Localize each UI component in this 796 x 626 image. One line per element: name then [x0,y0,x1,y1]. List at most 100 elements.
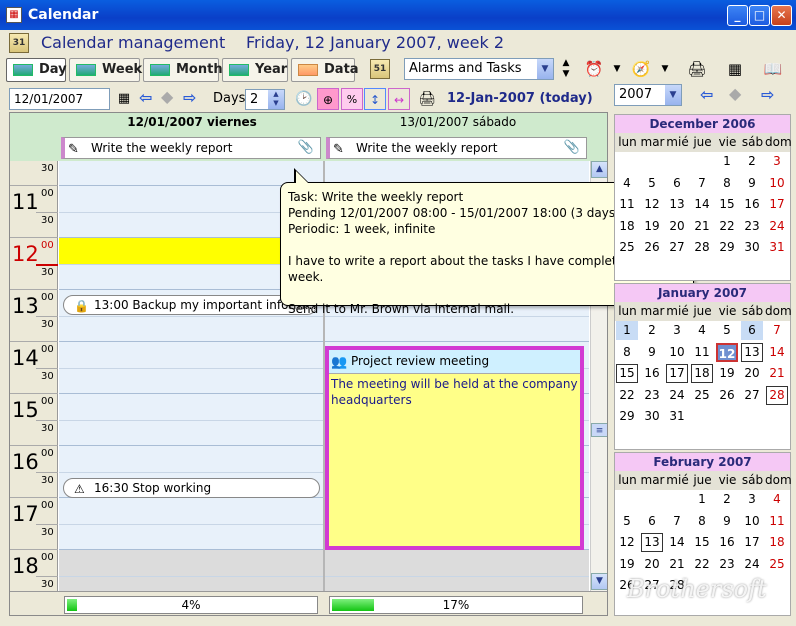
day-cell[interactable]: 25 [616,238,638,257]
day-cell[interactable]: 16 [716,533,738,552]
day-cell[interactable]: 23 [641,386,663,405]
day-cell[interactable]: 23 [716,555,738,574]
alarm-dropdown-icon[interactable]: ▼ [606,58,628,80]
month-title[interactable]: January 2007 [615,284,790,302]
day-cell[interactable]: 15 [716,195,738,214]
day-cell[interactable]: 21 [691,217,713,236]
day-cell[interactable]: 19 [641,217,663,236]
day-cell[interactable]: 11 [616,195,638,214]
expand-vertical-icon[interactable]: ↕ [364,88,386,110]
scroll-up-icon[interactable]: ▲ [591,161,607,178]
month-title[interactable]: December 2006 [615,115,790,133]
calculator-icon[interactable]: ▦ [724,58,746,80]
day-title-2[interactable]: 13/01/2007 sábado [326,115,590,129]
arrow-left-icon[interactable]: ⇦ [700,85,713,104]
day-cell[interactable]: 24 [741,555,763,574]
day-cell[interactable]: 13 [741,342,763,362]
day-cell[interactable]: 7 [766,321,788,340]
day-cell[interactable]: 6 [666,174,688,193]
filter-icon[interactable]: ⊕ [317,88,339,110]
day-cell[interactable]: 5 [616,512,638,531]
day-cell[interactable]: 22 [691,555,713,574]
scroll-down-icon[interactable]: ▼ [591,573,607,590]
day-cell[interactable]: 29 [616,407,638,426]
view-month-button[interactable]: Month [143,58,223,82]
day-cell[interactable]: 29 [716,238,738,257]
day-cell[interactable]: 30 [741,238,763,257]
day-cell[interactable]: 31 [766,238,788,257]
day-cell[interactable]: 10 [741,512,763,531]
day-cell[interactable]: 19 [616,555,638,574]
day-cell[interactable]: 31 [666,407,688,426]
print-icon[interactable]: 🖨 [686,58,708,80]
day-cell[interactable]: 8 [616,343,638,362]
day-cell[interactable]: 7 [666,512,688,531]
day-cell[interactable]: 19 [716,364,738,383]
day-cell[interactable]: 23 [741,217,763,236]
day-cell[interactable]: 14 [766,343,788,362]
day-cell[interactable]: 4 [691,321,713,340]
day-cell[interactable]: 3 [766,152,788,171]
diamond-icon[interactable]: ◆ [161,87,173,106]
day-title-1[interactable]: 12/01/2007 viernes [60,115,324,129]
day-cell[interactable]: 12 [641,195,663,214]
day-cell[interactable]: 12 [616,533,638,552]
day-cell[interactable]: 22 [716,217,738,236]
scroll-thumb[interactable]: ≡ [591,423,607,437]
day-cell[interactable]: 9 [716,512,738,531]
day-cell[interactable]: 3 [666,321,688,340]
day-cell[interactable]: 17 [766,195,788,214]
arrow-left-icon[interactable]: ⇦ [139,88,152,107]
day-cell[interactable]: 2 [716,490,738,509]
day-cell[interactable]: 5 [716,321,738,340]
days-stepper[interactable]: 2 ▲ ▼ [245,89,285,110]
day-cell[interactable]: 26 [716,386,738,405]
diamond-icon[interactable]: ◆ [729,84,741,103]
day-cell[interactable]: 27 [666,238,688,257]
compass-dropdown-icon[interactable]: ▼ [654,58,676,80]
alarm-clock-icon[interactable]: ⏰ [583,58,605,80]
day-cell[interactable]: 13 [641,533,663,552]
day-cell[interactable]: 17 [666,364,688,383]
day-cell[interactable]: 11 [766,512,788,531]
day-cell[interactable]: 28 [766,385,788,405]
chevron-down-icon[interactable]: ▼ [665,85,681,105]
task-bar-1[interactable]: ✎ Write the weekly report 📎 [61,137,321,159]
day-cell[interactable]: 28 [691,238,713,257]
day-cell[interactable]: 22 [616,386,638,405]
day-cell[interactable]: 18 [691,364,713,383]
day-cell[interactable]: 20 [666,217,688,236]
day-cell[interactable]: 27 [741,386,763,405]
arrow-right-icon[interactable]: ⇨ [183,88,196,107]
expand-horizontal-icon[interactable]: ↔ [388,88,410,110]
day-cell[interactable]: 1 [716,152,738,171]
date-input[interactable]: 12/01/2007 [9,88,110,110]
minimize-button[interactable]: _ [727,5,748,26]
day-cell[interactable]: 8 [691,512,713,531]
day-cell[interactable]: 25 [766,555,788,574]
day-cell[interactable]: 1 [616,321,638,340]
compass-icon[interactable]: 🧭 [630,58,652,80]
day-cell[interactable]: 24 [766,217,788,236]
chevron-down-icon[interactable]: ▼ [537,59,553,79]
day-cell[interactable]: 16 [641,364,663,383]
year-select[interactable]: 2007 ▼ [614,84,682,106]
day-cell[interactable]: 30 [641,407,663,426]
day-cell[interactable]: 7 [691,174,713,193]
day-cell[interactable]: 2 [641,321,663,340]
day-cell[interactable]: 16 [741,195,763,214]
day-cell[interactable]: 11 [691,343,713,362]
day-cell[interactable]: 15 [691,533,713,552]
day-cell[interactable]: 9 [741,174,763,193]
day-cell[interactable]: 4 [766,490,788,509]
day-cell[interactable]: 20 [641,555,663,574]
day-cell[interactable]: 1 [691,490,713,509]
day-cell[interactable]: 18 [616,217,638,236]
day-cell[interactable]: 12 [716,342,738,362]
day-cell[interactable]: 20 [741,364,763,383]
clock-icon[interactable]: 🕑 [293,88,315,110]
arrow-right-icon[interactable]: ⇨ [761,85,774,104]
view-week-button[interactable]: Week [69,58,142,82]
day-cell[interactable]: 14 [666,533,688,552]
day-cell[interactable]: 10 [766,174,788,193]
